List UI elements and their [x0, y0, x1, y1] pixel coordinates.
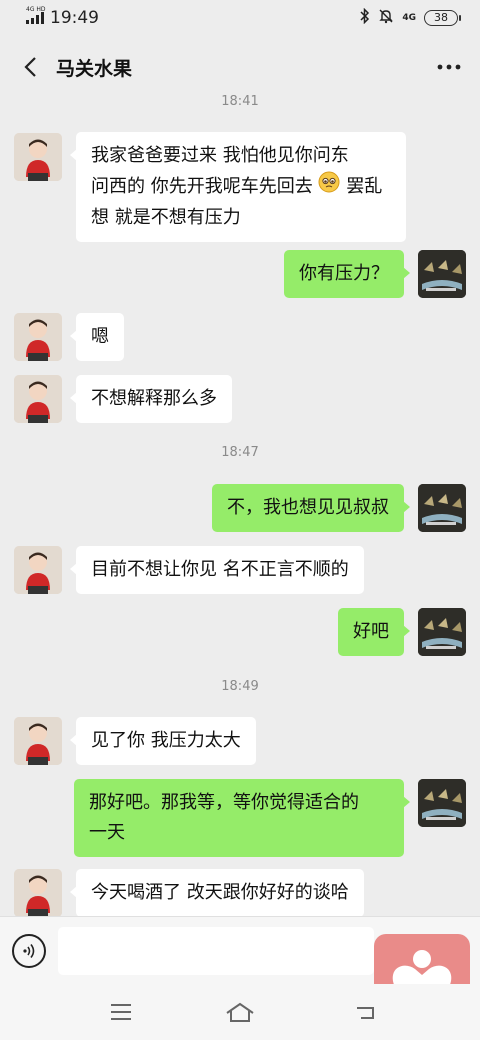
timestamp: 18:41 [221, 94, 259, 109]
message-text: 好吧 [353, 621, 389, 642]
message-line: 问西的 你先开我呢车先回去 [91, 176, 313, 197]
back-button[interactable] [16, 53, 44, 81]
status-time: 19:49 [50, 8, 99, 28]
message-text: 不，我也想见见叔叔 [227, 497, 389, 518]
back-arrow-icon [357, 1007, 374, 1019]
more-dots-icon [437, 64, 461, 70]
message-line: 一天 [89, 822, 125, 843]
voice-icon [23, 944, 35, 958]
avatar[interactable] [418, 779, 466, 827]
message-bubble[interactable]: 不，我也想见见叔叔 [212, 484, 410, 532]
avatar[interactable] [418, 250, 466, 298]
message-bubble[interactable]: 嗯 [70, 313, 124, 361]
bluetooth-icon [360, 7, 370, 28]
menu-nav-button[interactable] [106, 998, 136, 1026]
message-bubble[interactable]: 见了你 我压力太大 [70, 717, 256, 765]
avatar[interactable] [418, 608, 466, 656]
avatar[interactable] [14, 869, 62, 916]
timestamp: 18:47 [221, 445, 259, 460]
voice-input-button[interactable] [12, 934, 46, 968]
back-nav-button[interactable] [350, 998, 380, 1026]
message-line: 那好吧。那我等，等你觉得适合的 [89, 792, 359, 813]
chat-title: 马关水果 [56, 57, 133, 80]
message-bubble[interactable]: 目前不想让你见 名不正言不顺的 [70, 546, 364, 594]
cell-signal-icon [26, 12, 44, 24]
home-icon [226, 1002, 254, 1022]
message-line: 我家爸爸要过来 我怕他见你问东 [91, 145, 349, 166]
status-bar: 4G HD 19:49 4G 38 [0, 0, 480, 36]
message-text: 嗯 [91, 326, 109, 347]
message-text: 见了你 我压力太大 [91, 730, 241, 751]
message-bubble[interactable]: 好吧 [338, 608, 410, 656]
message-bubble[interactable]: 那好吧。那我等，等你觉得适合的 一天 [74, 779, 410, 857]
timestamp: 18:49 [221, 679, 259, 694]
avatar[interactable] [418, 484, 466, 532]
mute-bell-icon [378, 8, 394, 28]
more-options-button[interactable] [434, 52, 464, 82]
menu-icon [111, 1004, 131, 1020]
avatar[interactable] [14, 133, 62, 181]
mobile-data-indicator: 4G [402, 13, 416, 23]
pleading-face-emoji-icon [318, 171, 340, 203]
battery-icon: 38 [424, 10, 461, 26]
avatar[interactable] [14, 313, 62, 361]
network-type: 4G HD [26, 6, 46, 13]
message-text: 今天喝酒了 改天跟你好好的谈哈 [91, 882, 349, 903]
message-list[interactable]: 18:41 我家爸爸要过来 我怕他见你问东 问西的 你先开我呢车先回去 罢乱想 … [0, 88, 480, 916]
message-text: 不想解释那么多 [91, 388, 217, 409]
avatar[interactable] [14, 375, 62, 423]
message-input[interactable] [58, 927, 374, 975]
home-nav-button[interactable] [225, 998, 255, 1026]
message-bubble[interactable]: 我家爸爸要过来 我怕他见你问东 问西的 你先开我呢车先回去 罢乱想 就是不想有压… [70, 132, 406, 242]
message-bubble[interactable]: 不想解释那么多 [70, 375, 232, 423]
chevron-left-icon [24, 57, 36, 77]
avatar[interactable] [14, 717, 62, 765]
system-nav-bar [0, 984, 480, 1040]
message-bubble[interactable]: 今天喝酒了 改天跟你好好的谈哈 [70, 869, 364, 916]
message-bubble[interactable]: 你有压力？ [284, 250, 410, 298]
avatar[interactable] [14, 546, 62, 594]
message-text: 目前不想让你见 名不正言不顺的 [91, 559, 349, 580]
message-text: 你有压力？ [299, 263, 389, 284]
